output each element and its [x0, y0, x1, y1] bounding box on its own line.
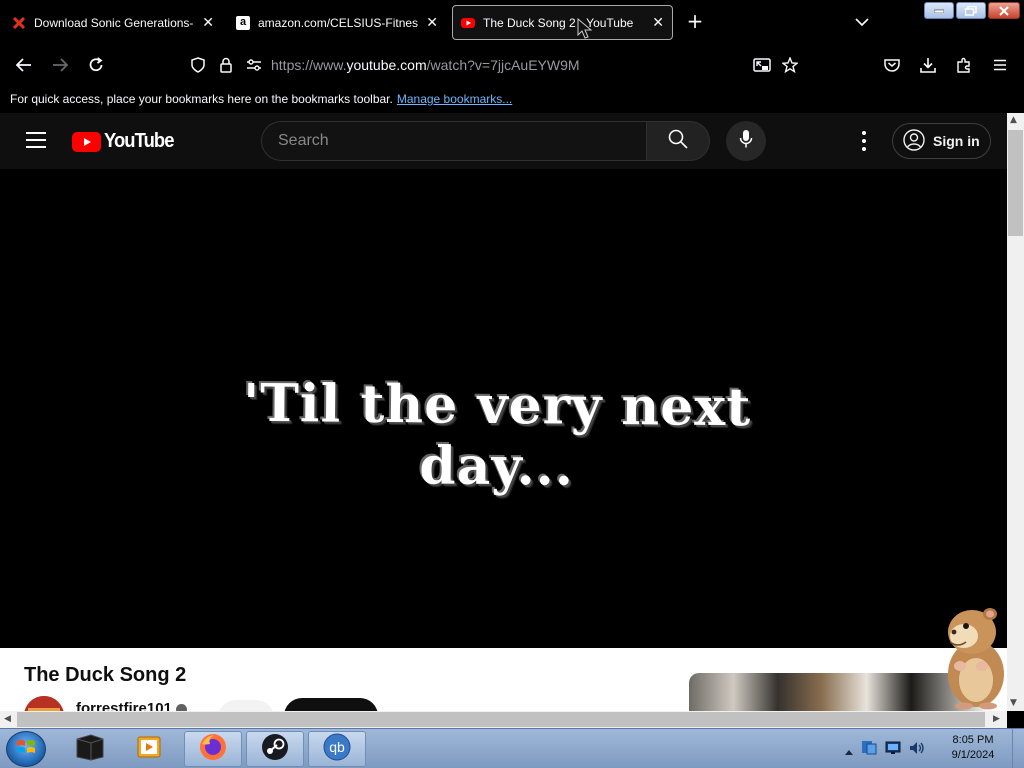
youtube-play-logo-icon — [72, 131, 101, 152]
horizontal-scrollbar-thumb[interactable] — [17, 712, 985, 727]
close-window-icon[interactable] — [988, 2, 1020, 19]
tab-title: The Duck Song 2 - YouTube — [483, 15, 634, 30]
forward-arrow-icon[interactable] — [49, 54, 71, 76]
scroll-down-arrow-icon[interactable]: ▼ — [1010, 698, 1017, 708]
close-tab-icon[interactable]: ✕ — [426, 14, 438, 31]
bookmarks-toolbar: For quick access, place your bookmarks h… — [0, 86, 1024, 112]
tray-app-icon[interactable] — [861, 739, 877, 759]
svg-text:qb: qb — [329, 739, 345, 755]
volume-icon[interactable] — [909, 740, 925, 759]
taskbar-explorer-app[interactable] — [60, 731, 118, 767]
window-controls — [924, 2, 1020, 19]
url-prefix: https://www. — [271, 57, 347, 73]
amazon-favicon-icon: a — [236, 15, 250, 30]
bookmarks-hint: For quick access, place your bookmarks h… — [10, 92, 393, 106]
pocket-icon[interactable] — [881, 54, 903, 76]
youtube-logo[interactable]: YouTube — [72, 130, 180, 153]
page-viewport: YouTube Search Sign in 'Til the very nex… — [0, 113, 1007, 711]
show-desktop-button[interactable] — [1012, 729, 1024, 768]
list-all-tabs-icon[interactable] — [855, 12, 869, 31]
browser-tab-strip: Download Sonic Generations-Fi ✕ a amazon… — [0, 0, 1024, 44]
new-tab-icon[interactable]: + — [684, 10, 706, 32]
show-hidden-icons-icon[interactable] — [845, 740, 853, 759]
network-icon[interactable] — [885, 740, 901, 759]
restore-window-icon[interactable] — [956, 2, 986, 19]
join-button[interactable] — [218, 700, 274, 711]
video-title: The Duck Song 2 — [24, 664, 187, 686]
lock-icon[interactable] — [215, 54, 237, 76]
x-favicon-icon — [12, 16, 26, 30]
search-icon — [668, 129, 688, 153]
voice-search-button[interactable] — [726, 121, 766, 161]
app-menu-icon[interactable] — [989, 54, 1011, 76]
reload-icon[interactable] — [85, 54, 107, 76]
video-player[interactable]: 'Til the very next day... — [0, 169, 1007, 648]
steam-icon — [260, 732, 290, 766]
verified-badge-icon — [175, 703, 187, 711]
qbittorrent-icon: qb — [322, 732, 352, 766]
account-icon — [903, 128, 925, 154]
tab-sonic-generations[interactable]: Download Sonic Generations-Fi ✕ — [4, 5, 222, 40]
channel-name-text: forrestfire101 — [76, 700, 172, 711]
video-info-panel: The Duck Song 2 forrestfire101 — [0, 648, 1007, 711]
scroll-left-arrow-icon[interactable]: ◀ — [4, 714, 11, 724]
tracking-protection-shield-icon[interactable] — [187, 54, 209, 76]
start-button[interactable] — [6, 731, 46, 767]
screen: Download Sonic Generations-Fi ✕ a amazon… — [0, 0, 1024, 768]
url-domain: youtube.com — [346, 57, 427, 73]
tab-title: Download Sonic Generations-Fi — [34, 15, 195, 30]
picture-in-picture-icon[interactable] — [751, 54, 773, 76]
firefox-icon — [198, 732, 228, 766]
clock-time: 8:05 PM — [952, 734, 994, 746]
hamster-desktop-pet[interactable] — [938, 602, 1008, 710]
sign-in-button[interactable]: Sign in — [892, 123, 991, 159]
minimize-window-icon[interactable] — [924, 2, 954, 19]
clock-date: 9/1/2024 — [951, 749, 995, 761]
scroll-right-arrow-icon[interactable]: ▶ — [993, 714, 1000, 724]
windows-logo-icon — [16, 738, 36, 760]
close-tab-icon[interactable]: ✕ — [652, 14, 664, 31]
url-bar[interactable]: https://www.youtube.com/watch?v=7jjcAuEY… — [271, 57, 580, 73]
channel-name[interactable]: forrestfire101 — [76, 700, 187, 711]
system-tray — [845, 729, 925, 768]
youtube-header: YouTube Search Sign in — [0, 113, 1007, 169]
system-clock[interactable]: 8:05 PM 9/1/2024 — [942, 733, 1004, 763]
tab-duck-song[interactable]: The Duck Song 2 - YouTube ✕ — [452, 5, 673, 40]
microphone-icon — [739, 129, 753, 153]
sign-in-label: Sign in — [933, 133, 980, 149]
tab-title: amazon.com/CELSIUS-Fitness- — [258, 15, 419, 30]
video-frame-caption: 'Til the very next day... — [242, 372, 752, 498]
taskbar-media-player[interactable] — [120, 731, 178, 767]
manage-bookmarks-link[interactable]: Manage bookmarks... — [397, 92, 512, 106]
media-player-icon — [136, 734, 162, 764]
youtube-favicon-icon — [461, 16, 475, 30]
site-permissions-icon[interactable] — [243, 54, 265, 76]
mouse-cursor-icon — [577, 17, 593, 44]
url-path: /watch?v=7jjcAuEYW9M — [426, 57, 580, 73]
subscribe-button[interactable] — [284, 698, 378, 711]
search-input[interactable]: Search — [261, 121, 647, 161]
black-box-app-icon — [73, 733, 105, 765]
downloads-icon[interactable] — [917, 54, 939, 76]
more-options-icon[interactable] — [856, 131, 872, 151]
guide-menu-icon[interactable] — [26, 132, 46, 148]
taskbar-qbittorrent[interactable]: qb — [308, 731, 366, 767]
windows-taskbar: qb 8:05 PM 9/1/2024 — [0, 728, 1024, 768]
tab-amazon[interactable]: a amazon.com/CELSIUS-Fitness- ✕ — [228, 5, 446, 40]
taskbar-steam[interactable] — [246, 731, 304, 767]
taskbar-firefox[interactable] — [184, 731, 242, 767]
search-button[interactable] — [646, 121, 710, 161]
vertical-scrollbar-thumb[interactable] — [1008, 130, 1023, 236]
bookmark-star-icon[interactable] — [779, 54, 801, 76]
youtube-wordmark: YouTube — [104, 130, 174, 152]
channel-avatar[interactable] — [24, 696, 64, 711]
scroll-up-arrow-icon[interactable]: ▲ — [1010, 115, 1017, 125]
extensions-puzzle-icon[interactable] — [953, 54, 975, 76]
close-tab-icon[interactable]: ✕ — [202, 14, 214, 31]
navigation-toolbar: https://www.youtube.com/watch?v=7jjcAuEY… — [0, 44, 1024, 86]
back-arrow-icon[interactable] — [13, 54, 35, 76]
